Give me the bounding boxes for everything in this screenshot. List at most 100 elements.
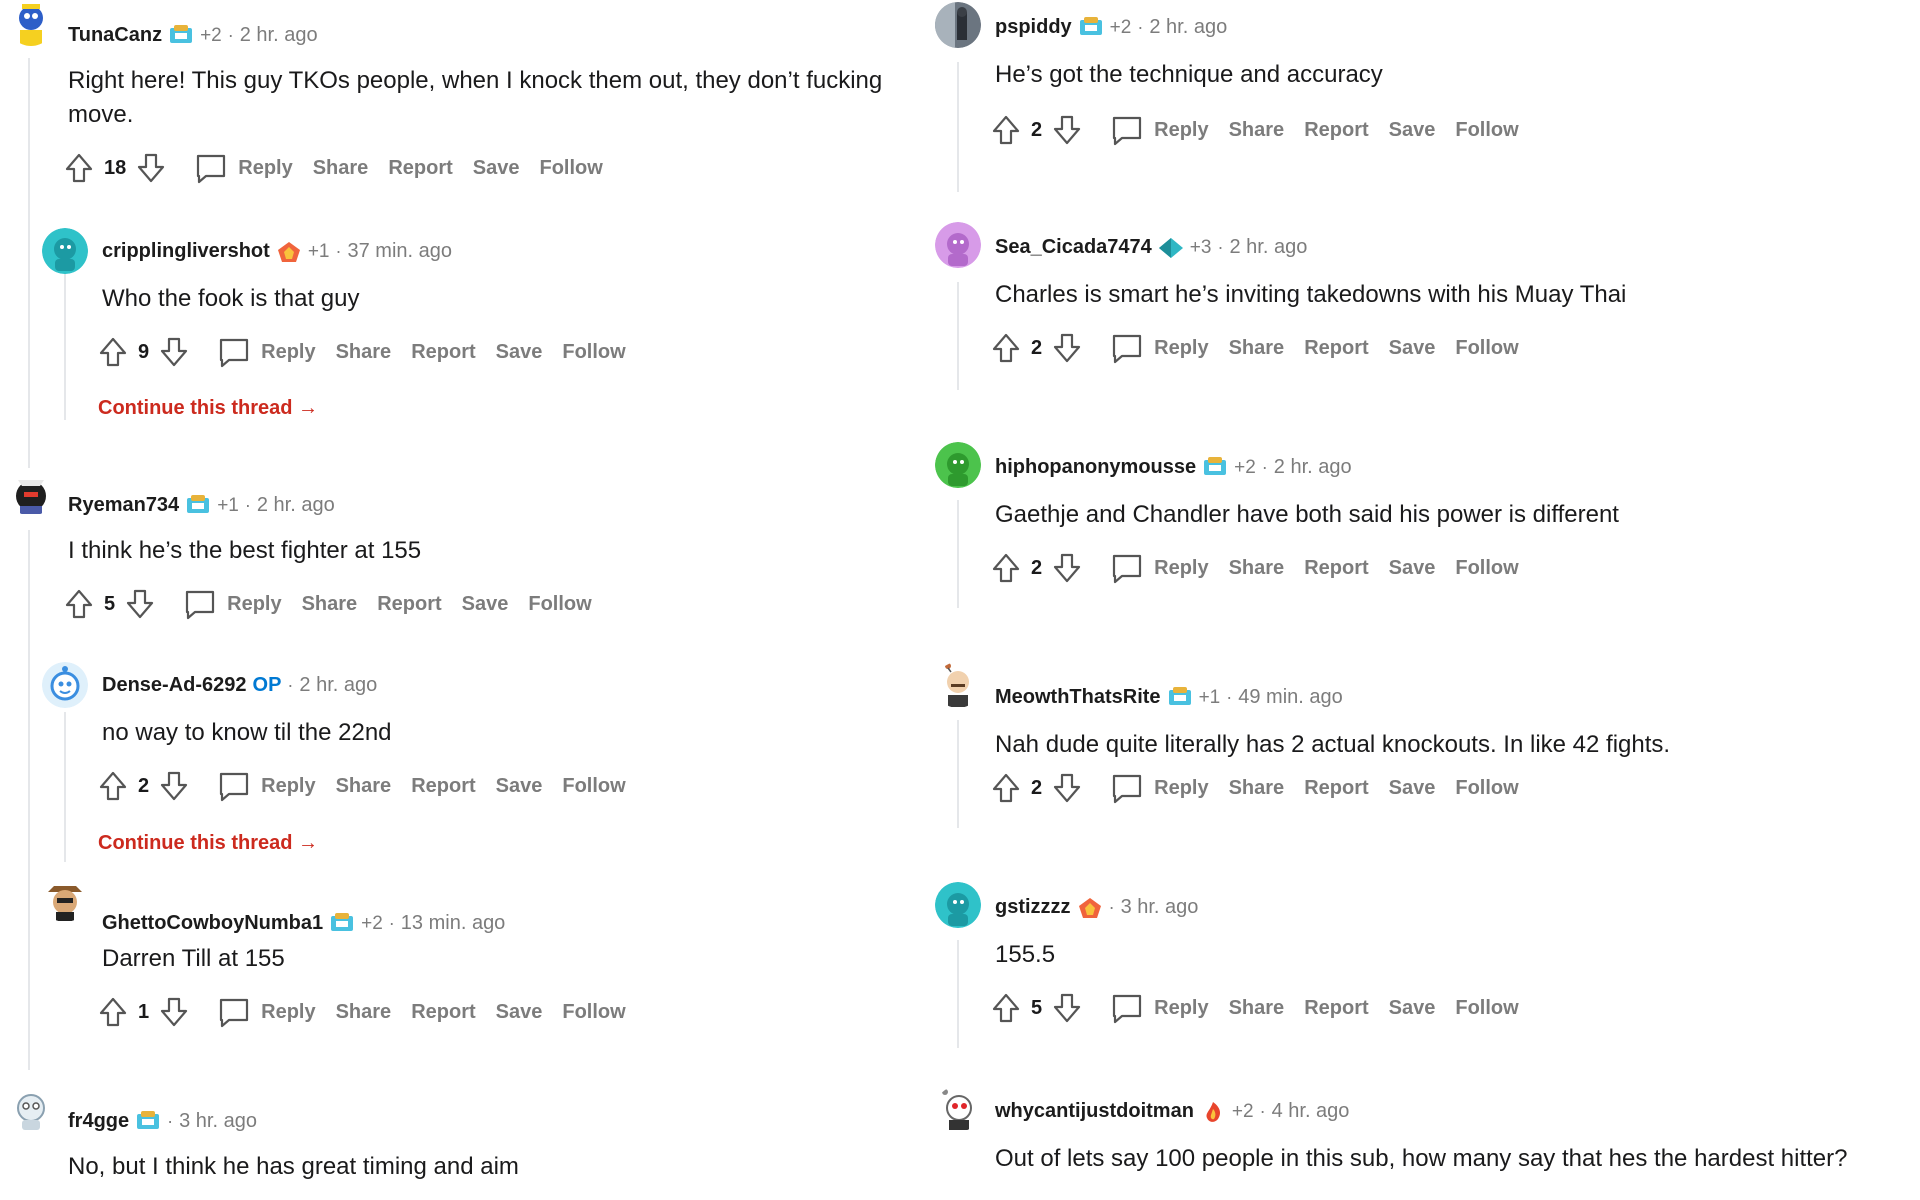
avatar[interactable] [42,228,88,274]
avatar[interactable] [42,876,88,922]
report-button[interactable]: Report [411,1001,475,1024]
reply-button[interactable]: Reply [261,341,315,364]
downvote-icon[interactable] [125,588,155,620]
timestamp[interactable]: 37 min. ago [347,240,452,263]
timestamp[interactable]: 3 hr. ago [179,1110,257,1133]
username[interactable]: cripplinglivershot [102,240,270,263]
save-button[interactable]: Save [496,775,543,798]
report-button[interactable]: Report [1304,557,1368,580]
share-button[interactable]: Share [336,341,392,364]
username[interactable]: gstizzzz [995,896,1071,919]
avatar[interactable] [935,2,981,48]
comment-bubble-icon[interactable] [1110,992,1144,1024]
upvote-icon[interactable] [991,552,1021,584]
avatar[interactable] [935,662,981,708]
timestamp[interactable]: 13 min. ago [401,912,506,935]
save-button[interactable]: Save [496,1001,543,1024]
reply-button[interactable]: Reply [1154,557,1208,580]
reply-button[interactable]: Reply [261,775,315,798]
upvote-icon[interactable] [98,336,128,368]
username[interactable]: whycantijustdoitman [995,1100,1194,1123]
share-button[interactable]: Share [1229,997,1285,1020]
upvote-icon[interactable] [991,114,1021,146]
report-button[interactable]: Report [1304,337,1368,360]
follow-button[interactable]: Follow [562,1001,625,1024]
downvote-icon[interactable] [1052,332,1082,364]
avatar[interactable] [8,0,54,46]
follow-button[interactable]: Follow [562,775,625,798]
comment-bubble-icon[interactable] [183,588,217,620]
username[interactable]: GhettoCowboyNumba1 [102,912,323,935]
avatar[interactable] [8,470,54,516]
share-button[interactable]: Share [1229,337,1285,360]
upvote-icon[interactable] [991,992,1021,1024]
avatar[interactable] [935,1086,981,1132]
timestamp[interactable]: 3 hr. ago [1121,896,1199,919]
avatar[interactable] [935,882,981,928]
downvote-icon[interactable] [1052,114,1082,146]
comment-bubble-icon[interactable] [1110,332,1144,364]
share-button[interactable]: Share [1229,557,1285,580]
reply-button[interactable]: Reply [261,1001,315,1024]
avatar[interactable] [935,222,981,268]
timestamp[interactable]: 2 hr. ago [257,494,335,517]
upvote-icon[interactable] [98,996,128,1028]
share-button[interactable]: Share [336,775,392,798]
timestamp[interactable]: 49 min. ago [1238,686,1343,709]
save-button[interactable]: Save [1389,777,1436,800]
username[interactable]: TunaCanz [68,24,162,47]
username[interactable]: Sea_Cicada7474 [995,236,1152,259]
timestamp[interactable]: 4 hr. ago [1272,1100,1350,1123]
downvote-icon[interactable] [1052,552,1082,584]
report-button[interactable]: Report [411,341,475,364]
downvote-icon[interactable] [159,996,189,1028]
downvote-icon[interactable] [1052,992,1082,1024]
comment-bubble-icon[interactable] [1110,552,1144,584]
comment-bubble-icon[interactable] [1110,114,1144,146]
report-button[interactable]: Report [377,593,441,616]
username[interactable]: Ryeman734 [68,494,179,517]
username[interactable]: hiphopanonymousse [995,456,1196,479]
downvote-icon[interactable] [159,336,189,368]
follow-button[interactable]: Follow [528,593,591,616]
comment-bubble-icon[interactable] [1110,772,1144,804]
follow-button[interactable]: Follow [539,157,602,180]
upvote-icon[interactable] [991,772,1021,804]
report-button[interactable]: Report [1304,997,1368,1020]
follow-button[interactable]: Follow [562,341,625,364]
comment-bubble-icon[interactable] [194,152,228,184]
avatar[interactable] [8,1086,54,1132]
save-button[interactable]: Save [1389,997,1436,1020]
share-button[interactable]: Share [1229,777,1285,800]
username[interactable]: Dense-Ad-6292 [102,674,247,697]
follow-button[interactable]: Follow [1455,777,1518,800]
save-button[interactable]: Save [1389,557,1436,580]
share-button[interactable]: Share [313,157,369,180]
follow-button[interactable]: Follow [1455,337,1518,360]
share-button[interactable]: Share [1229,119,1285,142]
downvote-icon[interactable] [159,770,189,802]
save-button[interactable]: Save [1389,337,1436,360]
timestamp[interactable]: 2 hr. ago [1149,16,1227,39]
continue-thread-link[interactable]: Continue this thread → [98,397,318,420]
continue-thread-link[interactable]: Continue this thread → [98,832,318,855]
avatar[interactable] [42,662,88,708]
follow-button[interactable]: Follow [1455,557,1518,580]
follow-button[interactable]: Follow [1455,119,1518,142]
upvote-icon[interactable] [991,332,1021,364]
timestamp[interactable]: 2 hr. ago [299,674,377,697]
reply-button[interactable]: Reply [1154,337,1208,360]
timestamp[interactable]: 2 hr. ago [1274,456,1352,479]
comment-bubble-icon[interactable] [217,996,251,1028]
reply-button[interactable]: Reply [227,593,281,616]
report-button[interactable]: Report [411,775,475,798]
share-button[interactable]: Share [302,593,358,616]
reply-button[interactable]: Reply [1154,997,1208,1020]
timestamp[interactable]: 2 hr. ago [1229,236,1307,259]
timestamp[interactable]: 2 hr. ago [240,24,318,47]
reply-button[interactable]: Reply [1154,119,1208,142]
reply-button[interactable]: Reply [1154,777,1208,800]
save-button[interactable]: Save [1389,119,1436,142]
report-button[interactable]: Report [1304,119,1368,142]
share-button[interactable]: Share [336,1001,392,1024]
